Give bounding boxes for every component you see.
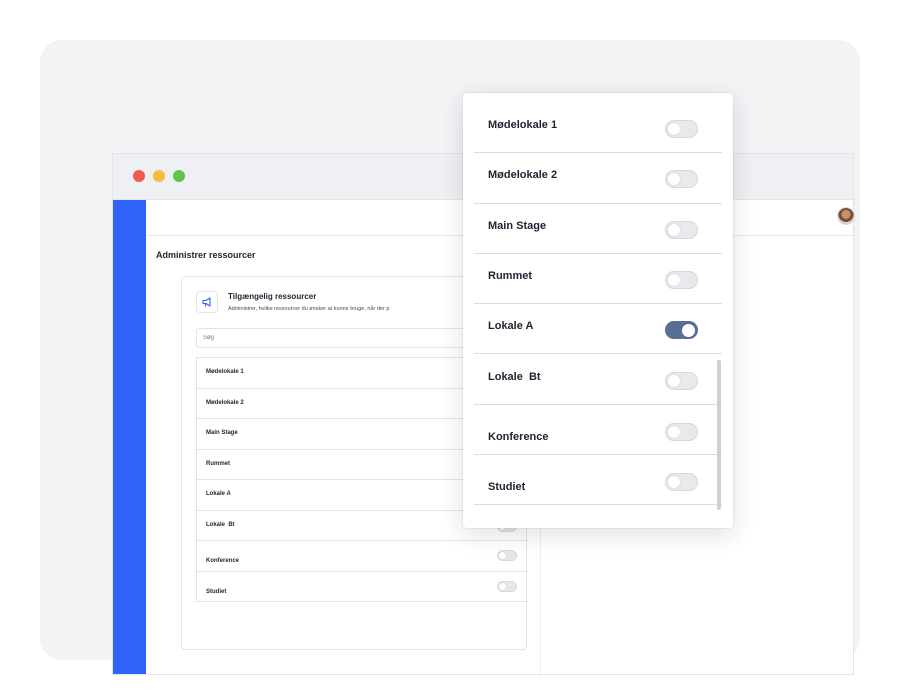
popup-resource-label: Lokale A (488, 320, 534, 333)
close-window-button[interactable] (133, 170, 145, 182)
popup-resource-toggle[interactable] (665, 422, 698, 441)
app-sidebar (113, 200, 146, 674)
resource-toggle[interactable] (497, 580, 517, 592)
resource-label: Lokale Bt (206, 521, 235, 528)
resource-popup: Studiet Konference Lokale Bt Lokale A Rummet… (463, 93, 733, 528)
popup-resource-label: Rummet (488, 269, 533, 282)
resource-label: Mødelokale 1 (206, 369, 244, 375)
popup-resource-row: Studiet (474, 455, 722, 506)
popup-resource-row: Mødelokale 1 (474, 103, 722, 154)
popup-resource-row: Lokale Bt (474, 355, 722, 405)
popup-resource-toggle[interactable] (665, 270, 698, 289)
resource-label: Mødelokale 2 (206, 399, 244, 406)
popup-resource-toggle[interactable] (665, 371, 698, 390)
resource-toggle[interactable] (497, 550, 517, 561)
page-title: Administrer ressourcer (156, 250, 256, 260)
popup-resource-row: Rummet (474, 254, 722, 305)
maximize-window-button[interactable] (173, 170, 185, 182)
popup-resource-row: Lokale A (474, 304, 722, 355)
popup-resource-toggle[interactable] (665, 170, 698, 189)
resource-label: Rummet (206, 460, 231, 467)
user-avatar[interactable] (837, 207, 855, 225)
popup-resource-row: Main Stage (474, 204, 722, 254)
resource-row: Studiet (197, 572, 528, 602)
resource-label: Studiet (206, 588, 227, 595)
resource-label: Konference (206, 558, 240, 564)
popup-resource-toggle[interactable] (665, 321, 698, 340)
popup-scrollbar[interactable] (717, 360, 721, 510)
popup-resource-row: Konference (474, 405, 722, 456)
popup-resource-label: Konference (488, 430, 549, 443)
resource-label: Lokale A (206, 491, 231, 497)
popup-resource-label: Mødelokale 2 (488, 169, 558, 182)
resource-label: Main Stage (206, 430, 238, 436)
popup-resource-row: Mødelokale 2 (474, 153, 722, 204)
popup-resource-label: Studiet (488, 481, 526, 494)
minimize-window-button[interactable] (153, 170, 165, 182)
card-description: Administrer, hvilke ressourcer du ønsker… (228, 306, 390, 312)
popup-resource-label: Mødelokale 1 (488, 119, 558, 131)
popup-resource-label: Lokale Bt (488, 370, 541, 383)
popup-resource-label: Main Stage (488, 219, 547, 232)
popup-resource-toggle[interactable] (665, 220, 698, 239)
card-title: Tilgængelig ressourcer (228, 292, 317, 301)
megaphone-icon (196, 291, 218, 313)
popup-resource-toggle[interactable] (665, 473, 698, 492)
popup-resource-toggle[interactable] (665, 120, 698, 138)
resource-row: Konference (197, 541, 528, 572)
